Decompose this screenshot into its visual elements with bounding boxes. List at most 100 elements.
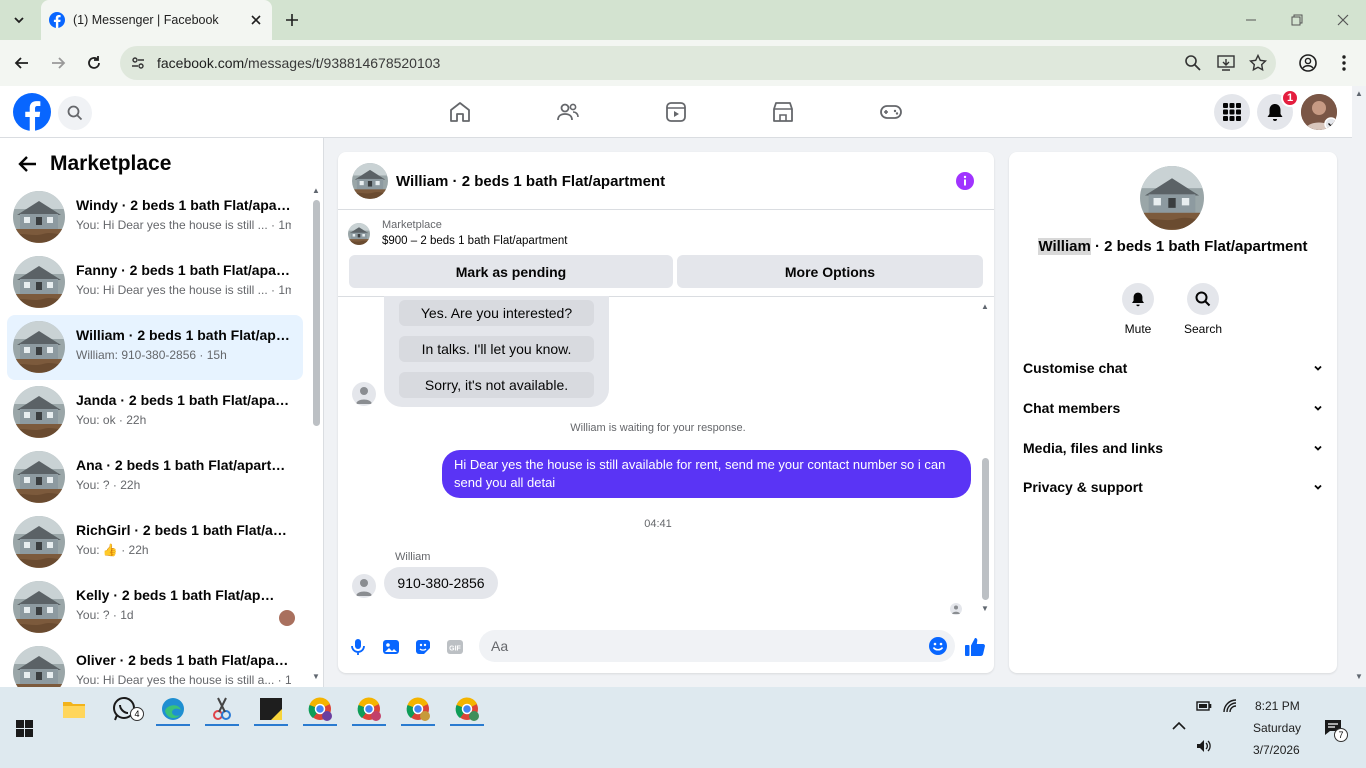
conversation-item[interactable]: Janda · 2 beds 1 bath Flat/apartment You… (7, 380, 303, 445)
clock-day[interactable]: Saturday (1253, 721, 1301, 735)
zoom-icon[interactable] (1184, 54, 1202, 72)
clock-date[interactable]: 3/7/2026 (1253, 743, 1300, 757)
back-arrow-icon[interactable] (12, 53, 32, 73)
video-icon[interactable] (664, 100, 688, 124)
browser-menu-icon[interactable] (1334, 53, 1354, 73)
chat-members-section[interactable]: Chat members (1023, 390, 1323, 426)
new-tab-icon[interactable] (282, 10, 302, 30)
panel-title: Marketplace (50, 152, 172, 175)
conversation-name: Windy · 2 beds 1 bath Flat/apartment (76, 197, 291, 213)
conversation-item[interactable]: Kelly · 2 beds 1 bath Flat/apartment You… (7, 575, 303, 640)
tab-search-dropdown[interactable] (8, 9, 30, 31)
chat-thumbnail[interactable] (352, 163, 388, 199)
photo-icon[interactable] (381, 637, 401, 657)
gaming-icon[interactable] (879, 100, 903, 124)
sticker-icon[interactable] (413, 637, 433, 657)
page-scrollbar[interactable]: ▲ ▼ (1352, 86, 1366, 687)
profile-icon[interactable] (1298, 53, 1318, 73)
sticky-notes-icon[interactable] (257, 695, 285, 723)
quick-reply-button[interactable]: In talks. I'll let you know. (399, 336, 594, 362)
search-label: Search (1183, 322, 1223, 336)
facebook-favicon-icon (49, 12, 65, 28)
listing-thumbnail (13, 386, 65, 438)
section-label: Customise chat (1023, 360, 1128, 376)
back-arrow-icon[interactable] (16, 152, 40, 176)
bookmark-star-icon[interactable] (1249, 54, 1267, 72)
scroll-down-arrow[interactable]: ▼ (981, 604, 989, 613)
chat-info-title: William · 2 beds 1 bath Flat/apartment (1009, 238, 1337, 255)
scroll-down-arrow[interactable]: ▼ (312, 672, 320, 681)
chat-info-panel: William · 2 beds 1 bath Flat/apartment M… (1009, 152, 1337, 673)
minimize-icon[interactable] (1241, 10, 1261, 30)
restore-icon[interactable] (1287, 10, 1307, 30)
battery-icon[interactable] (1196, 699, 1212, 713)
microphone-icon[interactable] (348, 637, 368, 657)
emoji-icon[interactable] (928, 636, 948, 656)
scroll-up-arrow[interactable]: ▲ (312, 186, 320, 195)
conversation-item[interactable]: Ana · 2 beds 1 bath Flat/apartment You: … (7, 445, 303, 510)
menu-button[interactable] (1214, 94, 1250, 130)
address-bar[interactable]: facebook.com/messages/t/938814678520103 (120, 46, 1276, 80)
title-rest: · 2 beds 1 bath Flat/apartment (1090, 238, 1308, 255)
listing-price-title: $900 – 2 beds 1 bath Flat/apartment (382, 235, 568, 247)
close-icon[interactable] (248, 12, 264, 28)
chevron-up-icon[interactable] (1172, 721, 1186, 731)
search-icon (67, 105, 83, 121)
message-input[interactable] (491, 636, 911, 656)
scroll-down-arrow[interactable]: ▼ (1355, 672, 1363, 681)
volume-icon[interactable] (1196, 739, 1212, 753)
edge-browser-icon[interactable] (159, 695, 187, 723)
quick-reply-button[interactable]: Sorry, it's not available. (399, 372, 594, 398)
clock-time[interactable]: 8:21 PM (1255, 699, 1300, 713)
mark-as-pending-button[interactable]: Mark as pending (349, 255, 673, 288)
chat-title[interactable]: William · 2 beds 1 bath Flat/apartment (396, 173, 665, 190)
chrome-profile-icon[interactable] (453, 695, 481, 723)
scroll-up-arrow[interactable]: ▲ (1355, 89, 1363, 98)
chrome-profile-icon[interactable] (306, 695, 334, 723)
mute-button[interactable]: Mute (1108, 283, 1168, 336)
active-app-indicator (205, 724, 239, 726)
snipping-tool-icon[interactable] (208, 695, 236, 723)
search-in-chat-button[interactable]: Search (1173, 283, 1233, 336)
facebook-logo-icon[interactable] (13, 93, 51, 131)
conversation-item[interactable]: RichGirl · 2 beds 1 bath Flat/apartment … (7, 510, 303, 575)
listing-summary[interactable]: Marketplace $900 – 2 beds 1 bath Flat/ap… (348, 217, 988, 247)
conversation-list-scrollbar[interactable] (313, 200, 320, 426)
privacy-support-section[interactable]: Privacy & support (1023, 469, 1323, 505)
chrome-profile-icon[interactable] (404, 695, 432, 723)
reload-icon[interactable] (84, 53, 104, 73)
file-explorer-icon[interactable] (60, 695, 88, 723)
quick-reply-button[interactable]: Yes. Are you interested? (399, 300, 594, 326)
gif-icon[interactable]: GIF (445, 637, 465, 657)
wifi-icon[interactable] (1222, 698, 1238, 714)
facebook-search-button[interactable] (58, 96, 92, 130)
browser-tab[interactable]: (1) Messenger | Facebook (41, 0, 272, 40)
forward-arrow-icon[interactable] (48, 53, 68, 73)
section-label: Media, files and links (1023, 440, 1164, 456)
messages-scrollbar[interactable] (982, 458, 989, 600)
conversation-item-active[interactable]: William · 2 beds 1 bath Flat/apartment W… (7, 315, 303, 380)
chrome-profile-icon[interactable] (355, 695, 383, 723)
more-options-button[interactable]: More Options (677, 255, 983, 288)
sender-avatar (352, 574, 376, 598)
conversation-item[interactable]: Windy · 2 beds 1 bath Flat/apartment You… (7, 185, 303, 250)
windows-start-icon[interactable] (16, 720, 33, 737)
media-files-links-section[interactable]: Media, files and links (1023, 430, 1323, 466)
conversation-name: William · 2 beds 1 bath Flat/apartment (76, 327, 291, 343)
account-avatar[interactable] (1301, 94, 1337, 130)
friends-icon[interactable] (556, 100, 580, 124)
active-app-indicator (450, 724, 484, 726)
customise-chat-section[interactable]: Customise chat (1023, 350, 1323, 386)
thumbs-up-icon[interactable] (964, 636, 986, 658)
marketplace-icon[interactable] (771, 100, 795, 124)
window-close-icon[interactable] (1333, 10, 1353, 30)
listing-thumbnail (13, 451, 65, 503)
sender-name: William (395, 551, 431, 563)
scroll-up-arrow[interactable]: ▲ (981, 302, 989, 311)
info-icon[interactable] (956, 172, 974, 190)
url-path: /messages/t/938814678520103 (244, 55, 441, 71)
home-icon[interactable] (448, 100, 472, 124)
install-app-icon[interactable] (1217, 54, 1235, 72)
conversation-item[interactable]: Fanny · 2 beds 1 bath Flat/apartment You… (7, 250, 303, 315)
site-settings-icon[interactable] (130, 55, 146, 71)
